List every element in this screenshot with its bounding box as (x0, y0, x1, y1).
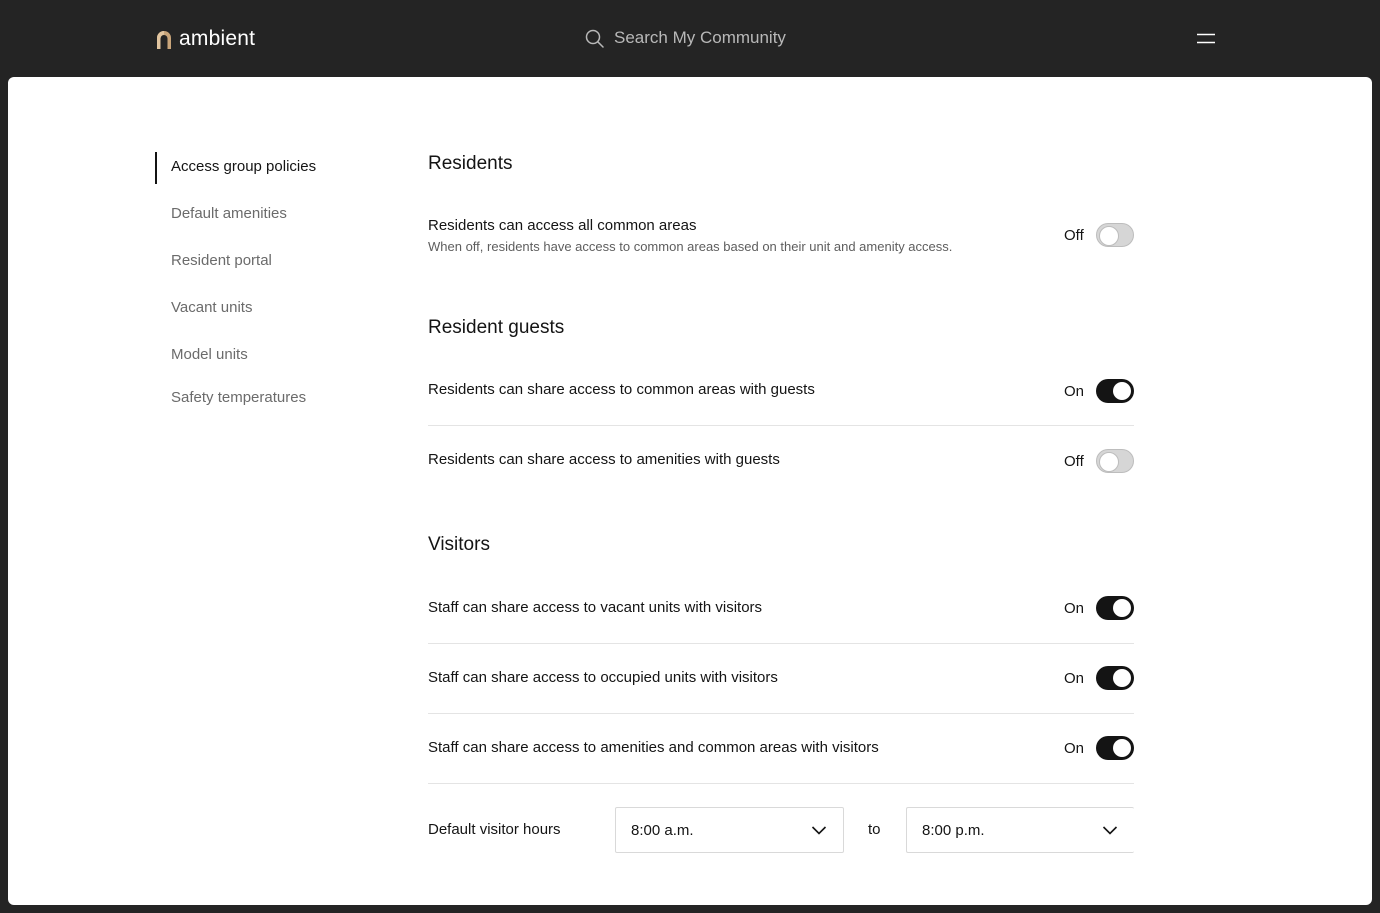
residents-common-areas-toggle[interactable] (1096, 223, 1134, 247)
setting-toggle-row: Off (1064, 223, 1134, 247)
search-bar[interactable]: Search My Community (585, 28, 786, 48)
visitors-vacant-units-toggle[interactable] (1096, 596, 1134, 620)
section-title-resident-guests: Resident guests (428, 317, 565, 338)
guests-amenities-toggle[interactable] (1096, 449, 1134, 473)
toggle-knob (1099, 226, 1119, 246)
toggle-state-label: On (1064, 599, 1085, 617)
ambient-logo-icon (157, 31, 171, 49)
divider (428, 783, 1134, 784)
search-icon (585, 29, 604, 48)
chevron-down-icon (1102, 826, 1118, 835)
toggle-knob (1113, 382, 1131, 400)
toggle-state-label: On (1064, 669, 1085, 687)
sidebar-item-default-amenities[interactable]: Default amenities (171, 205, 287, 222)
toggle-state-label: On (1064, 382, 1085, 400)
toggle-state-label: Off (1064, 452, 1084, 470)
setting-label: Staff can share access to occupied units… (428, 669, 778, 686)
brand-name: ambient (179, 27, 256, 50)
top-bar: ambient Search My Community (0, 0, 1380, 77)
setting-label: Staff can share access to amenities and … (428, 739, 879, 756)
sidebar-item-safety-temperatures[interactable]: Safety temperatures (171, 389, 306, 406)
visitor-hours-separator: to (868, 821, 881, 838)
section-title-residents: Residents (428, 153, 513, 174)
visitors-occupied-units-toggle[interactable] (1096, 666, 1134, 690)
sidebar-item-vacant-units[interactable]: Vacant units (171, 299, 252, 316)
setting-toggle-row: On (1064, 596, 1134, 620)
active-nav-indicator (155, 152, 157, 184)
visitors-amenities-toggle[interactable] (1096, 736, 1134, 760)
divider (428, 425, 1134, 426)
setting-toggle-row: Off (1064, 449, 1134, 473)
section-title-visitors: Visitors (428, 534, 490, 555)
divider (428, 643, 1134, 644)
visitor-hours-label: Default visitor hours (428, 821, 561, 838)
guests-common-areas-toggle[interactable] (1096, 379, 1134, 403)
toggle-state-label: On (1064, 739, 1085, 757)
select-value: 8:00 p.m. (922, 821, 985, 839)
setting-label: Residents can share access to common are… (428, 381, 815, 398)
toggle-knob (1099, 452, 1119, 472)
setting-toggle-row: On (1064, 666, 1134, 690)
setting-label: Residents can share access to amenities … (428, 451, 780, 468)
settings-card: Access group policies Default amenities … (8, 77, 1372, 905)
sidebar-item-model-units[interactable]: Model units (171, 346, 248, 363)
toggle-knob (1113, 599, 1131, 617)
setting-toggle-row: On (1064, 736, 1134, 760)
menu-icon (1197, 33, 1215, 44)
sidebar-item-access-group-policies[interactable]: Access group policies (171, 158, 316, 175)
visitor-hours-to-select[interactable]: 8:00 p.m. (906, 807, 1134, 853)
toggle-state-label: Off (1064, 226, 1084, 244)
chevron-down-icon (811, 826, 827, 835)
setting-label: Staff can share access to vacant units w… (428, 599, 763, 616)
select-value: 8:00 a.m. (631, 821, 694, 839)
menu-button[interactable] (1194, 29, 1218, 49)
setting-description: When off, residents have access to commo… (428, 239, 953, 254)
sidebar-item-resident-portal[interactable]: Resident portal (171, 252, 272, 269)
search-input[interactable]: Search My Community (614, 28, 786, 48)
brand-logo[interactable]: ambient (155, 27, 255, 51)
toggle-knob (1113, 669, 1131, 687)
setting-label: Residents can access all common areas (428, 217, 697, 234)
divider (428, 713, 1134, 714)
visitor-hours-from-select[interactable]: 8:00 a.m. (615, 807, 844, 853)
setting-toggle-row: On (1064, 379, 1134, 403)
toggle-knob (1113, 739, 1131, 757)
